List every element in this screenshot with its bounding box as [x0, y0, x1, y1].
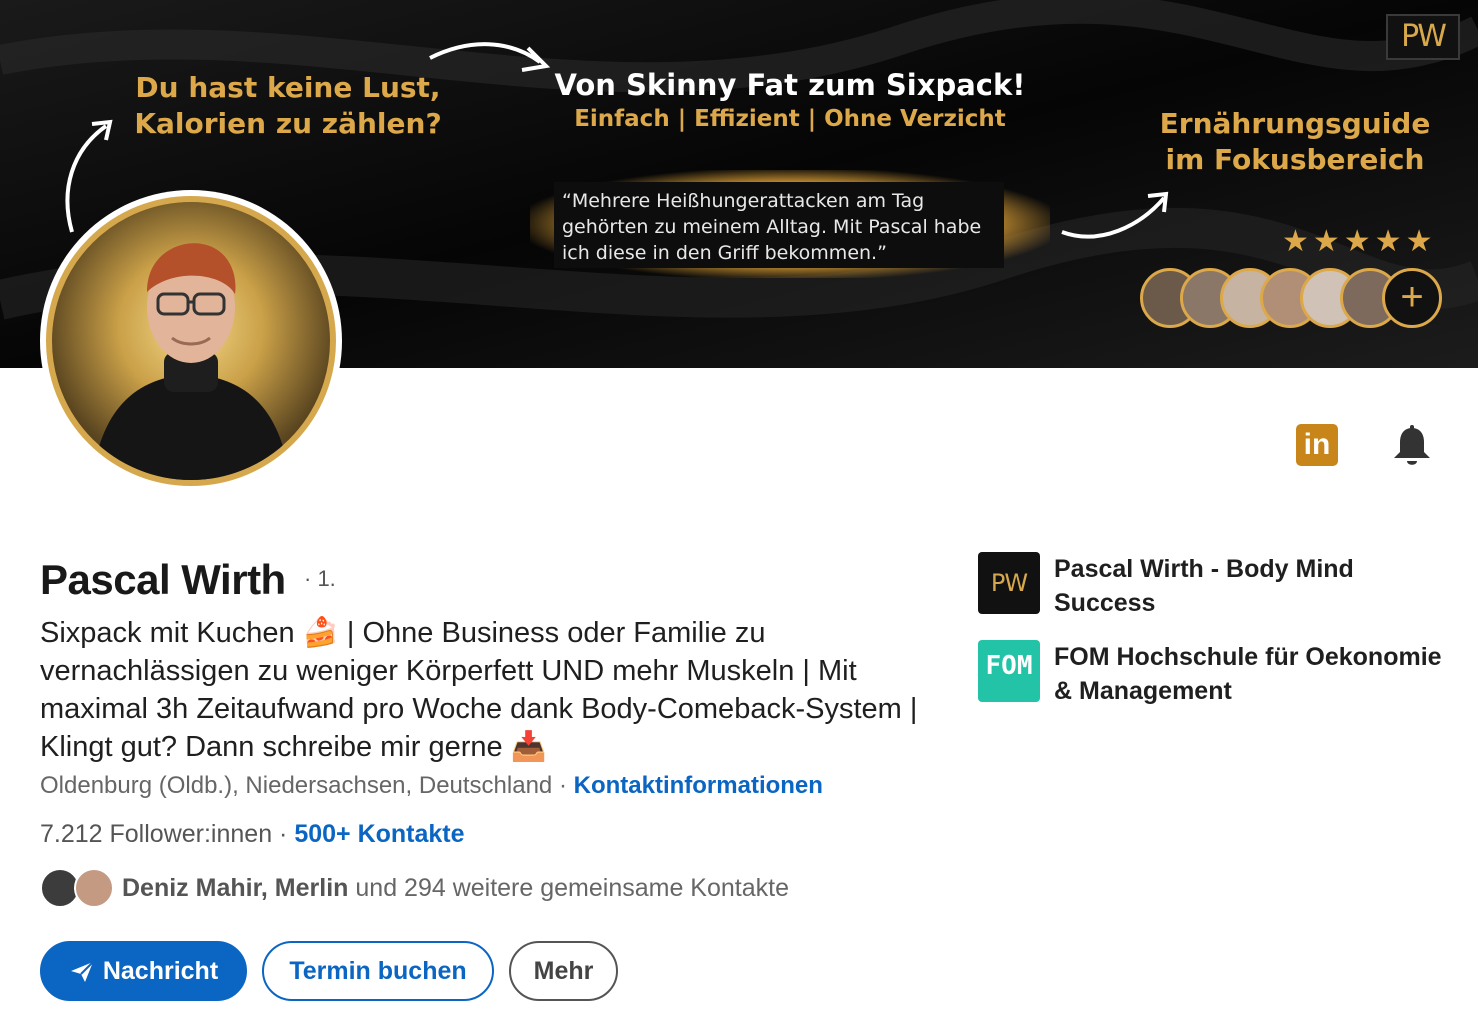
- avatar: [46, 196, 336, 486]
- message-button[interactable]: Nachricht: [40, 941, 247, 1001]
- separator: ·: [272, 820, 295, 848]
- banner-subtitle: Einfach | Effizient | Ohne Verzicht: [574, 106, 1006, 132]
- mutual-avatar: [74, 868, 114, 908]
- banner-left-text: Du hast keine Lust, Kalorien zu zählen?: [134, 71, 442, 140]
- school-name: FOM Hochschule für Oekonomie & Managemen…: [1054, 643, 1442, 705]
- company-logo: PW: [978, 552, 1040, 614]
- plus-icon: +: [1382, 268, 1442, 328]
- contact-info-link[interactable]: Kontaktinformationen: [574, 772, 823, 799]
- connections-link[interactable]: 500+ Kontakte: [294, 820, 464, 848]
- banner-right-text: Ernährungsguide im Fokusbereich: [1159, 107, 1431, 176]
- profile-photo[interactable]: [40, 190, 342, 492]
- banner-quote-box: “Mehrere Heißhungerattacken am Tag gehör…: [530, 170, 1050, 278]
- pw-logo: PW: [1386, 14, 1460, 60]
- followers-count: 7.212 Follower:innen: [40, 820, 273, 848]
- company-name: Pascal Wirth - Body Mind Success: [1054, 555, 1354, 617]
- linkedin-icon[interactable]: in: [1296, 424, 1338, 466]
- mutual-rest: und 294 weitere gemeinsame Kontakte: [348, 874, 789, 902]
- book-appointment-button[interactable]: Termin buchen: [262, 941, 494, 1001]
- message-button-label: Nachricht: [102, 957, 219, 985]
- education-item[interactable]: FOM FOM Hochschule für Oekonomie & Manag…: [978, 640, 1448, 710]
- testimonial-avatars: +: [1140, 268, 1442, 332]
- person-silhouette: [92, 243, 290, 480]
- banner-quote: “Mehrere Heißhungerattacken am Tag gehör…: [554, 182, 1004, 268]
- connection-degree: · 1.: [304, 566, 336, 591]
- send-icon: [70, 961, 94, 983]
- company-item[interactable]: PW Pascal Wirth - Body Mind Success: [978, 552, 1448, 622]
- separator: ·: [552, 772, 574, 799]
- banner-title: Von Skinny Fat zum Sixpack!: [554, 68, 1026, 102]
- location-text: Oldenburg (Oldb.), Niedersachsen, Deutsc…: [40, 772, 553, 799]
- star-rating-icon: ★★★★★: [1282, 225, 1437, 258]
- location-row: Oldenburg (Oldb.), Niedersachsen, Deutsc…: [40, 772, 823, 800]
- bell-icon[interactable]: [1390, 424, 1434, 468]
- profile-headline: Sixpack mit Kuchen 🍰 | Ohne Business ode…: [40, 617, 918, 763]
- school-logo: FOM: [978, 640, 1040, 702]
- mutual-connections-text: Deniz Mahir, Merlin und 294 weitere geme…: [122, 874, 789, 903]
- mutual-names: Deniz Mahir, Merlin: [122, 874, 349, 902]
- followers-row: 7.212 Follower:innen · 500+ Kontakte: [40, 820, 465, 849]
- profile-name: Pascal Wirth: [40, 556, 286, 603]
- more-button[interactable]: Mehr: [509, 941, 618, 1001]
